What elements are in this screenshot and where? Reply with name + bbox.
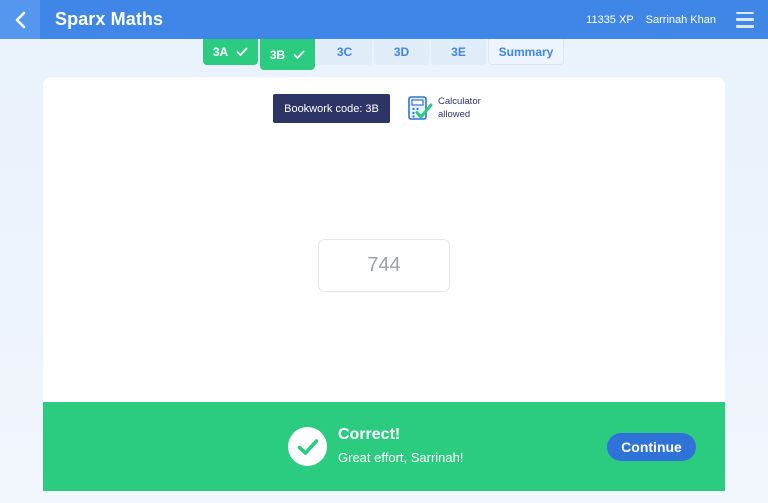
- feedback-title: Correct!: [338, 426, 401, 443]
- top-bar: Sparx Maths 11335 XP Sarrinah Khan: [0, 0, 768, 39]
- tab-3a[interactable]: 3A: [203, 39, 258, 65]
- tab-label: 3D: [393, 45, 410, 59]
- check-icon: [293, 50, 305, 59]
- calculator-status: Calculator allowed: [407, 95, 481, 121]
- task-tabs: 3A 3B 3C 3D 3E Summary: [203, 39, 566, 70]
- question-card: Bookwork code: 3B Calculator allowed 744: [43, 77, 725, 402]
- continue-button[interactable]: Continue: [607, 433, 696, 461]
- tab-summary[interactable]: Summary: [488, 39, 564, 65]
- hamburger-menu-icon[interactable]: [736, 11, 754, 28]
- calculator-icon: [408, 96, 433, 120]
- calculator-status-label: allowed: [438, 109, 471, 120]
- tab-label: 3B: [269, 47, 286, 62]
- check-icon: [236, 47, 248, 56]
- tab-3c[interactable]: 3C: [317, 39, 372, 65]
- tab-3d[interactable]: 3D: [374, 39, 429, 65]
- xp-counter: 11335 XP: [586, 13, 634, 26]
- tab-3b[interactable]: 3B: [260, 39, 315, 70]
- calculator-label: Calculator: [438, 96, 481, 107]
- feedback-bar: Correct! Great effort, Sarrinah! Continu…: [43, 402, 725, 491]
- answer-input[interactable]: 744: [318, 239, 450, 292]
- tab-label: Summary: [498, 44, 554, 59]
- feedback-message: Great effort, Sarrinah!: [338, 450, 464, 465]
- back-button[interactable]: [0, 0, 40, 39]
- bookwork-code-badge: Bookwork code: 3B: [273, 94, 390, 123]
- tab-label: 3E: [451, 45, 466, 59]
- app-title: Sparx Maths: [55, 9, 164, 29]
- check-circle-icon: [288, 427, 327, 466]
- user-name[interactable]: Sarrinah Khan: [646, 14, 716, 26]
- tab-label: 3A: [212, 45, 229, 59]
- tab-3e[interactable]: 3E: [431, 39, 486, 65]
- tab-label: 3C: [336, 45, 353, 59]
- chevron-left-icon: [15, 11, 26, 28]
